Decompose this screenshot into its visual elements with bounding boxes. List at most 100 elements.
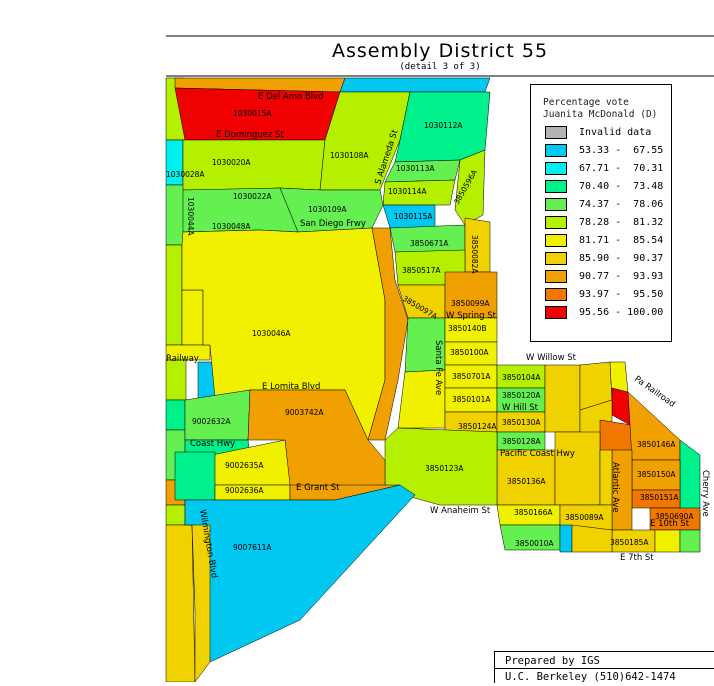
precinct-label: 3850100A — [450, 348, 489, 357]
precinct-region — [611, 387, 631, 426]
precinct-label: 3850123A — [425, 464, 464, 473]
precinct-label: 3850151A — [640, 493, 679, 502]
precinct-region — [339, 77, 491, 93]
street-label: Pacific Coast Hwy — [500, 449, 575, 459]
legend-swatch — [545, 162, 567, 175]
precinct-region — [544, 364, 581, 433]
legend-item: 78.28 - 81.32 — [545, 215, 669, 231]
street-label: W Willow St — [526, 353, 577, 363]
precinct-region — [654, 529, 681, 553]
map-subtitle: (detail 3 of 3) — [399, 62, 481, 72]
precinct-region — [181, 289, 204, 346]
precinct-label: 1030046A — [252, 329, 291, 338]
precinct-region — [182, 139, 326, 191]
street-label: E Del Amo Blvd — [258, 92, 324, 102]
legend: Percentage vote Juanita McDonald (D) Inv… — [530, 84, 672, 342]
precinct-label: 1030109A — [308, 205, 347, 214]
street-label: E 7th St — [620, 553, 654, 563]
precinct-label: 3850010A — [515, 539, 554, 548]
legend-swatch — [545, 180, 567, 193]
precinct-label: 3850671A — [410, 239, 449, 248]
legend-item: 67.71 - 70.31 — [545, 161, 669, 177]
legend-label: 78.28 - 81.32 — [579, 217, 664, 228]
legend-item: 53.33 - 67.55 — [545, 143, 669, 159]
street-label: E Grant St — [296, 483, 340, 493]
legend-label: 95.56 - 100.00 — [579, 307, 664, 318]
legend-swatch — [545, 144, 567, 157]
legend-label: 53.33 - 67.55 — [579, 145, 664, 156]
precinct-label: 9002636A — [225, 486, 264, 495]
street-label: Atlantic Ave — [610, 462, 620, 513]
legend-swatch — [545, 234, 567, 247]
legend-label: 85.90 - 90.37 — [579, 253, 664, 264]
credit-divider — [495, 668, 714, 669]
legend-title-line2: Juanita McDonald (D) — [543, 109, 658, 120]
street-label: Coast Hwy — [190, 439, 235, 449]
precinct-label: 1030108A — [330, 151, 369, 160]
precinct-region — [559, 524, 573, 553]
precinct-region — [679, 529, 701, 553]
legend-item: 90.77 - 93.93 — [545, 269, 669, 285]
legend-item: Invalid data — [545, 125, 669, 141]
precinct-label: 3850185A — [610, 538, 649, 547]
precinct-region — [165, 504, 186, 526]
legend-label: 90.77 - 93.93 — [579, 271, 664, 282]
legend-swatch — [545, 126, 567, 139]
precinct-label: 3850124A — [458, 422, 497, 431]
precinct-label: 1030115A — [394, 212, 433, 221]
precinct-region — [554, 431, 601, 506]
precinct-label: 3850166A — [514, 508, 553, 517]
precinct-label: 3850089A — [565, 513, 604, 522]
street-label: San Diego Frwy — [300, 219, 366, 229]
precinct-label: 9007611A — [233, 543, 272, 552]
precinct-label: 1030020A — [212, 158, 251, 167]
precinct-label: 1030113A — [396, 164, 435, 173]
precinct-label: 1030048A — [212, 222, 251, 231]
credit-line-1: Prepared by IGS — [505, 655, 600, 667]
legend-item: 70.40 - 73.48 — [545, 179, 669, 195]
street-label: W Spring St — [446, 311, 497, 321]
street-label: Santa Fe Ave — [433, 340, 443, 395]
legend-swatch — [545, 306, 567, 319]
precinct-label: 1030112A — [424, 121, 463, 130]
map-title: Assembly District 55 — [331, 40, 549, 62]
legend-label: 67.71 - 70.31 — [579, 163, 664, 174]
precinct-label: 9002635A — [225, 461, 264, 470]
precinct-label: 3850104A — [502, 373, 541, 382]
street-label: E Lomita Blvd — [262, 382, 320, 392]
precinct-label: 3850101A — [452, 395, 491, 404]
precinct-region — [165, 244, 183, 346]
precinct-region — [165, 399, 186, 431]
precinct-region — [165, 359, 187, 401]
street-label: Cherry Ave — [700, 470, 710, 517]
precinct-region — [174, 451, 216, 501]
legend-swatch — [545, 216, 567, 229]
legend-swatch — [545, 270, 567, 283]
map-canvas: E Del Amo Blvd E Dominguez St S Alameda … — [0, 0, 714, 683]
precinct-region — [184, 389, 251, 441]
precinct-label: 3850120A — [502, 391, 541, 400]
street-label: E Dominguez St — [216, 130, 284, 140]
legend-title: Percentage vote Juanita McDonald (D) — [543, 97, 657, 121]
precinct-label: 3850140B — [448, 324, 487, 333]
precinct-label: 3850150A — [637, 470, 676, 479]
legend-label: 70.40 - 73.48 — [579, 181, 664, 192]
legend-label: 93.97 - 95.50 — [579, 289, 664, 300]
precinct-label: 3850146A — [637, 440, 676, 449]
precinct-region — [165, 524, 196, 683]
precinct-label: 3850690A — [655, 512, 694, 521]
legend-swatch — [545, 252, 567, 265]
precinct-region — [184, 484, 416, 663]
street-label: W Anaheim St — [430, 506, 491, 516]
legend-item: 85.90 - 90.37 — [545, 251, 669, 267]
legend-label: 74.37 - 78.06 — [579, 199, 664, 210]
precinct-label: 3850099A — [451, 299, 490, 308]
legend-swatch — [545, 288, 567, 301]
legend-item: 95.56 - 100.00 — [545, 305, 669, 321]
credit-box: Prepared by IGS U.C. Berkeley (510)642-1… — [494, 651, 714, 683]
precinct-label: 3850136A — [507, 477, 546, 486]
legend-item: 81.71 - 85.54 — [545, 233, 669, 249]
precinct-label: 3850701A — [452, 372, 491, 381]
precinct-label: 1030028A — [166, 170, 205, 179]
legend-swatch — [545, 198, 567, 211]
